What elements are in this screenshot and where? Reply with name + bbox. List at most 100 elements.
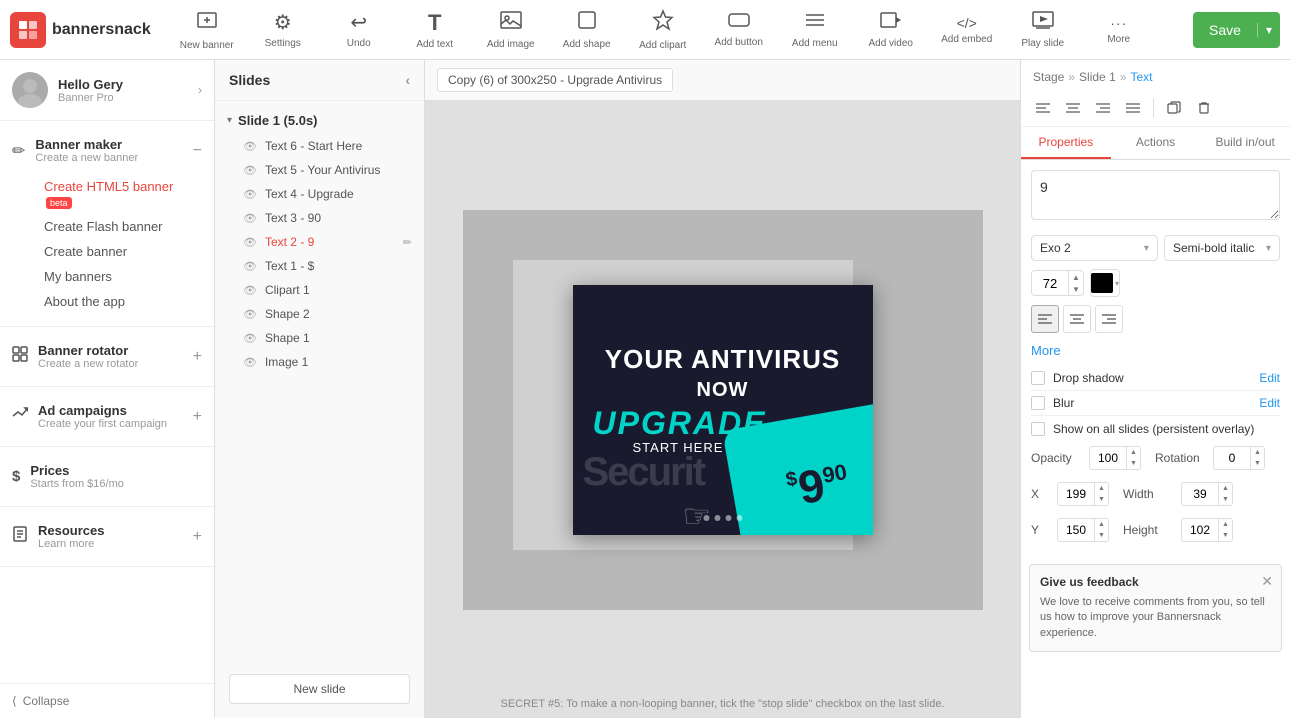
create-banner-item[interactable]: Create banner — [32, 239, 214, 264]
new-slide-button[interactable]: New slide — [229, 674, 410, 704]
list-item[interactable]: 👁 Text 3 - 90 — [215, 206, 424, 230]
font-size-up-arrow[interactable]: ▲ — [1069, 271, 1083, 283]
align-left-toolbar-button[interactable] — [1029, 94, 1057, 122]
y-down-arrow[interactable]: ▼ — [1095, 530, 1108, 541]
about-app-item[interactable]: About the app — [32, 289, 214, 314]
more-options-toggle[interactable]: More — [1031, 343, 1280, 358]
add-text-button[interactable]: T Add text — [399, 3, 471, 57]
list-item[interactable]: 👁 Clipart 1 — [215, 278, 424, 302]
color-swatch[interactable]: ▾ — [1090, 269, 1120, 297]
save-dropdown-arrow[interactable]: ▾ — [1257, 23, 1280, 37]
tab-actions[interactable]: Actions — [1111, 127, 1201, 159]
new-banner-button[interactable]: New banner — [171, 3, 243, 57]
font-style-select[interactable]: Semi-bold italic ▾ — [1164, 235, 1280, 261]
list-item[interactable]: 👁 Text 1 - $ — [215, 254, 424, 278]
align-center-toolbar-button[interactable] — [1059, 94, 1087, 122]
width-up-arrow[interactable]: ▲ — [1219, 483, 1232, 494]
settings-button[interactable]: ⚙ Settings — [247, 3, 319, 57]
banner-preview[interactable]: YOUR ANTIVIRUS NOW UPGRADE START HERE › … — [573, 285, 873, 535]
height-field[interactable] — [1182, 520, 1218, 540]
text-align-center-button[interactable] — [1063, 305, 1091, 333]
font-size-field[interactable] — [1032, 272, 1068, 295]
opacity-field[interactable] — [1090, 448, 1126, 468]
rotation-down-arrow[interactable]: ▼ — [1251, 458, 1264, 469]
list-item[interactable]: 👁 Text 4 - Upgrade — [215, 182, 424, 206]
tab-properties[interactable]: Properties — [1021, 127, 1111, 159]
add-shape-button[interactable]: Add shape — [551, 3, 623, 57]
height-input[interactable]: ▲ ▼ — [1181, 518, 1233, 542]
slide-group-header[interactable]: ▾ Slide 1 (5.0s) — [215, 107, 424, 134]
x-input[interactable]: ▲ ▼ — [1057, 482, 1109, 506]
my-banners-item[interactable]: My banners — [32, 264, 214, 289]
more-button[interactable]: ··· More — [1083, 3, 1155, 57]
ad-campaigns-add-icon[interactable]: + — [193, 408, 202, 426]
create-html5-item[interactable]: Create HTML5 banner beta — [32, 174, 214, 214]
edit-icon[interactable]: ✏ — [403, 236, 412, 249]
drop-shadow-edit-link[interactable]: Edit — [1259, 371, 1280, 385]
rotation-field[interactable] — [1214, 448, 1250, 468]
add-menu-button[interactable]: Add menu — [779, 3, 851, 57]
ad-campaigns-toggle[interactable]: Ad campaigns Create your first campaign … — [0, 395, 214, 438]
persistent-checkbox[interactable] — [1031, 422, 1045, 436]
width-down-arrow[interactable]: ▼ — [1219, 494, 1232, 505]
banner-rotator-add-icon[interactable]: + — [193, 348, 202, 366]
add-video-button[interactable]: Add video — [855, 3, 927, 57]
prices-toggle[interactable]: $ Prices Starts from $16/mo — [0, 455, 214, 498]
opacity-down-arrow[interactable]: ▼ — [1127, 458, 1140, 469]
play-slide-button[interactable]: Play slide — [1007, 3, 1079, 57]
blur-edit-link[interactable]: Edit — [1259, 396, 1280, 410]
collapse-button[interactable]: ⟨ Collapse — [0, 683, 214, 718]
blur-checkbox[interactable] — [1031, 396, 1045, 410]
align-right-toolbar-button[interactable] — [1089, 94, 1117, 122]
save-button[interactable]: Save ▾ — [1193, 12, 1280, 48]
font-size-down-arrow[interactable]: ▼ — [1069, 283, 1083, 295]
tab-build-inout[interactable]: Build in/out — [1200, 127, 1290, 159]
drop-shadow-checkbox[interactable] — [1031, 371, 1045, 385]
create-flash-item[interactable]: Create Flash banner — [32, 214, 214, 239]
rotation-up-arrow[interactable]: ▲ — [1251, 447, 1264, 458]
text-align-right-button[interactable] — [1095, 305, 1123, 333]
width-field[interactable] — [1182, 484, 1218, 504]
add-clipart-button[interactable]: Add clipart — [627, 3, 699, 57]
banner-maker-toggle[interactable]: ✏ Banner maker Create a new banner − — [0, 129, 214, 172]
text-align-left-button[interactable] — [1031, 305, 1059, 333]
width-input[interactable]: ▲ ▼ — [1181, 482, 1233, 506]
font-family-select[interactable]: Exo 2 ▾ — [1031, 235, 1158, 261]
opacity-up-arrow[interactable]: ▲ — [1127, 447, 1140, 458]
add-embed-button[interactable]: </> Add embed — [931, 3, 1003, 57]
add-button-button[interactable]: Add button — [703, 3, 775, 57]
x-field[interactable] — [1058, 484, 1094, 504]
height-up-arrow[interactable]: ▲ — [1219, 519, 1232, 530]
y-field[interactable] — [1058, 520, 1094, 540]
delete-button[interactable] — [1190, 94, 1218, 122]
list-item[interactable]: 👁 Shape 2 — [215, 302, 424, 326]
undo-button[interactable]: ↩ Undo — [323, 3, 395, 57]
list-item[interactable]: 👁 Image 1 — [215, 350, 424, 374]
justify-toolbar-button[interactable] — [1119, 94, 1147, 122]
opacity-input[interactable]: ▲ ▼ — [1089, 446, 1141, 470]
height-down-arrow[interactable]: ▼ — [1219, 530, 1232, 541]
list-item[interactable]: 👁 Text 5 - Your Antivirus — [215, 158, 424, 182]
feedback-close-button[interactable]: ✕ — [1261, 573, 1273, 590]
duplicate-button[interactable] — [1160, 94, 1188, 122]
list-item[interactable]: 👁 Text 2 - 9 ✏ — [215, 230, 424, 254]
x-down-arrow[interactable]: ▼ — [1095, 494, 1108, 505]
font-size-input[interactable]: ▲ ▼ — [1031, 270, 1084, 296]
text-content-input[interactable]: 9 — [1031, 170, 1280, 220]
canvas-wrapper[interactable]: YOUR ANTIVIRUS NOW UPGRADE START HERE › … — [425, 101, 1020, 718]
y-input[interactable]: ▲ ▼ — [1057, 518, 1109, 542]
user-section[interactable]: Hello Gery Banner Pro › — [0, 60, 214, 121]
y-up-arrow[interactable]: ▲ — [1095, 519, 1108, 530]
breadcrumb-text[interactable]: Text — [1130, 70, 1152, 84]
x-up-arrow[interactable]: ▲ — [1095, 483, 1108, 494]
list-item[interactable]: 👁 Shape 1 — [215, 326, 424, 350]
breadcrumb-slide[interactable]: Slide 1 — [1079, 70, 1116, 84]
slides-collapse-button[interactable]: ‹ — [405, 72, 410, 88]
breadcrumb-stage[interactable]: Stage — [1033, 70, 1064, 84]
resources-toggle[interactable]: Resources Learn more + — [0, 515, 214, 558]
resources-add-icon[interactable]: + — [193, 528, 202, 546]
list-item[interactable]: 👁 Text 6 - Start Here — [215, 134, 424, 158]
rotation-input[interactable]: ▲ ▼ — [1213, 446, 1265, 470]
add-image-button[interactable]: Add image — [475, 3, 547, 57]
banner-rotator-toggle[interactable]: Banner rotator Create a new rotator + — [0, 335, 214, 378]
